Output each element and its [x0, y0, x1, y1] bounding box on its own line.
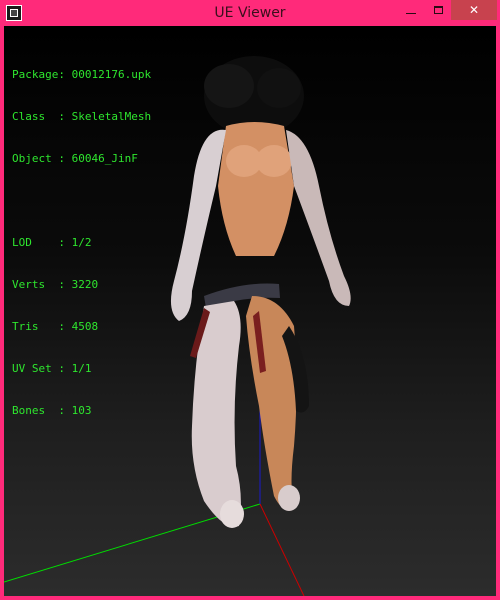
info-row-lod: LOD : 1/2	[12, 236, 151, 250]
maximize-icon	[433, 6, 443, 14]
info-value: 00012176.upk	[71, 68, 152, 81]
hair-shape	[204, 64, 254, 108]
hair-shape	[257, 68, 301, 108]
chest-shape	[256, 145, 292, 177]
info-label: Package:	[12, 68, 65, 81]
mesh-info-overlay: Package: 00012176.upk Class : SkeletalMe…	[12, 40, 151, 446]
info-value: 103	[71, 404, 92, 417]
maximize-button[interactable]	[425, 0, 451, 20]
minimize-icon	[406, 12, 416, 14]
info-value: 3220	[71, 278, 99, 291]
info-row-class: Class : SkeletalMesh	[12, 110, 151, 124]
right-arm-shape	[286, 130, 351, 306]
info-label: LOD :	[12, 236, 65, 249]
info-row-package: Package: 00012176.upk	[12, 68, 151, 82]
info-label: UV Set :	[12, 362, 65, 375]
foot-shape	[220, 500, 244, 528]
info-value: 1/1	[71, 362, 92, 375]
info-label: Verts :	[12, 278, 65, 291]
torso-shape	[218, 122, 294, 256]
close-button[interactable]: ✕	[451, 0, 497, 20]
info-value: 1/2	[71, 236, 92, 249]
info-label: Bones :	[12, 404, 65, 417]
close-icon: ✕	[468, 3, 480, 17]
info-row-verts: Verts : 3220	[12, 278, 151, 292]
foot-shape	[278, 485, 300, 511]
info-label: Tris :	[12, 320, 65, 333]
minimize-button[interactable]	[398, 0, 424, 20]
info-label: Class :	[12, 110, 65, 123]
info-row-object: Object : 60046_JinF	[12, 152, 151, 166]
info-row-uvset: UV Set : 1/1	[12, 362, 151, 376]
info-row-tris: Tris : 4508	[12, 320, 151, 334]
info-value: 60046_JinF	[71, 152, 138, 165]
title-bar[interactable]: UE Viewer ✕	[0, 0, 500, 26]
info-row-bones: Bones : 103	[12, 404, 151, 418]
app-window: UE Viewer ✕ Package: 00012176.upk Class …	[0, 0, 500, 600]
info-label: Object :	[12, 152, 65, 165]
info-value: SkeletalMesh	[71, 110, 152, 123]
info-value: 4508	[71, 320, 99, 333]
3d-viewport[interactable]: Package: 00012176.upk Class : SkeletalMe…	[4, 26, 496, 596]
